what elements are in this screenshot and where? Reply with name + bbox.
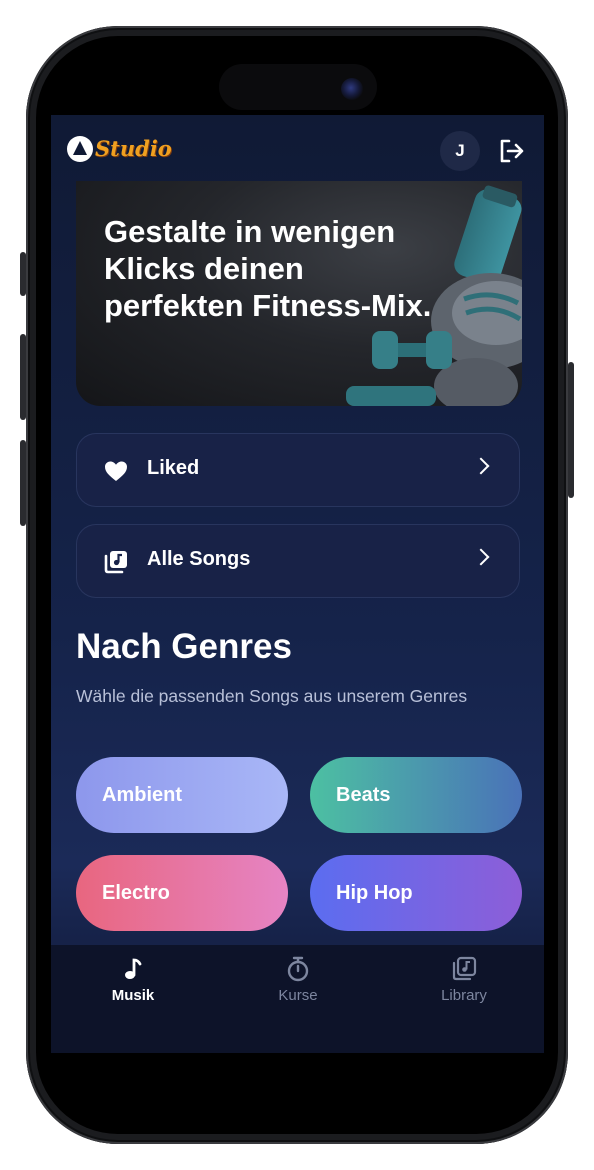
- genre-hiphop-button[interactable]: Hip Hop: [310, 855, 522, 931]
- all-songs-label: Alle Songs: [147, 548, 251, 570]
- app-header: Studio J: [51, 115, 544, 183]
- front-camera: [341, 78, 363, 100]
- hero-banner: Gestalte in wenigen Klicks deinen perfek…: [76, 181, 522, 406]
- tab-musik-label: Musik: [111, 987, 155, 1004]
- logo-text: Studio: [95, 136, 172, 161]
- genres-heading: Nach Genres: [76, 627, 292, 666]
- studio-logo[interactable]: Studio: [67, 132, 177, 166]
- library-icon: [452, 956, 477, 981]
- chevron-right-icon: [472, 457, 490, 475]
- heart-icon: [105, 461, 127, 481]
- logo-a-icon: [73, 141, 87, 155]
- user-avatar[interactable]: J: [440, 131, 480, 171]
- genre-label: Hip Hop: [336, 881, 413, 904]
- genres-subtitle: Wähle die passenden Songs aus unserem Ge…: [76, 686, 468, 706]
- genre-beats-button[interactable]: Beats: [310, 757, 522, 833]
- tab-kurse-label: Kurse: [278, 987, 318, 1004]
- music-library-icon: [104, 551, 127, 574]
- chevron-right-icon: [472, 548, 490, 566]
- app-screen: Studio J Gestalte in wenigen Klicks dein…: [51, 115, 544, 1053]
- liked-row[interactable]: Liked: [76, 433, 520, 507]
- tab-library-label: Library: [441, 987, 487, 1004]
- avatar-initial: J: [455, 141, 465, 160]
- genre-label: Ambient: [102, 783, 182, 806]
- bottom-tab-bar: Musik Kurse Library: [51, 945, 544, 1053]
- tab-kurse[interactable]: Kurse: [238, 955, 358, 1004]
- tab-library[interactable]: Library: [404, 955, 524, 1004]
- stopwatch-icon: [287, 956, 309, 982]
- music-note-icon: [125, 958, 142, 979]
- logout-icon[interactable]: [495, 135, 527, 167]
- hero-title: Gestalte in wenigen Klicks deinen perfek…: [104, 214, 432, 323]
- all-songs-row[interactable]: Alle Songs: [76, 524, 520, 598]
- genre-label: Beats: [336, 783, 391, 806]
- genre-electro-button[interactable]: Electro: [76, 855, 288, 931]
- liked-label: Liked: [147, 457, 200, 479]
- tab-musik[interactable]: Musik: [73, 955, 193, 1004]
- power-button: [568, 362, 574, 498]
- genre-label: Electro: [102, 881, 170, 904]
- genre-ambient-button[interactable]: Ambient: [76, 757, 288, 833]
